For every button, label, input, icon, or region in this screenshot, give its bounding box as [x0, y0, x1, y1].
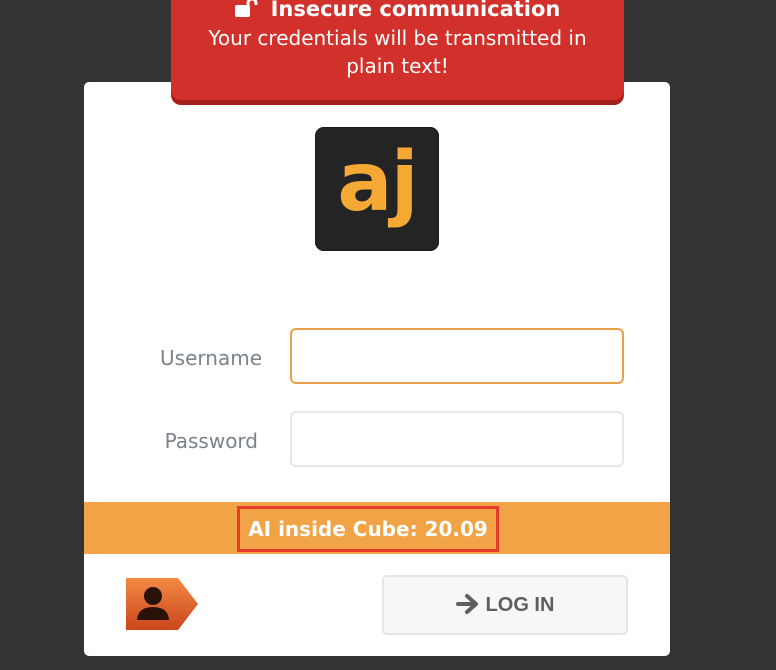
banner-title: Insecure communication: [270, 0, 561, 21]
login-button[interactable]: LOG IN: [382, 575, 628, 635]
password-label: Password: [164, 429, 258, 453]
banner-message: Your credentials will be transmitted in …: [208, 26, 587, 78]
login-screen: Insecure communication Your credentials …: [0, 0, 776, 670]
banner-title-row: Insecure communication: [171, 0, 624, 22]
status-stripe: AI inside Cube: 20.09: [84, 502, 670, 554]
user-avatar-tag-icon[interactable]: [124, 575, 200, 633]
arrow-right-icon: [455, 580, 480, 614]
app-logo: aj: [315, 127, 439, 251]
password-input[interactable]: [290, 411, 624, 467]
logo-text: aj: [337, 135, 418, 230]
unlocked-padlock-icon: [234, 0, 261, 17]
ai-inside-cube-status: AI inside Cube: 20.09: [237, 506, 499, 552]
username-label: Username: [160, 346, 262, 370]
login-card: aj Username Password AI inside Cube: 20.…: [84, 82, 670, 656]
username-input[interactable]: [290, 328, 624, 384]
login-button-label: LOG IN: [485, 594, 555, 616]
insecure-warning-banner: Insecure communication Your credentials …: [171, 0, 624, 100]
